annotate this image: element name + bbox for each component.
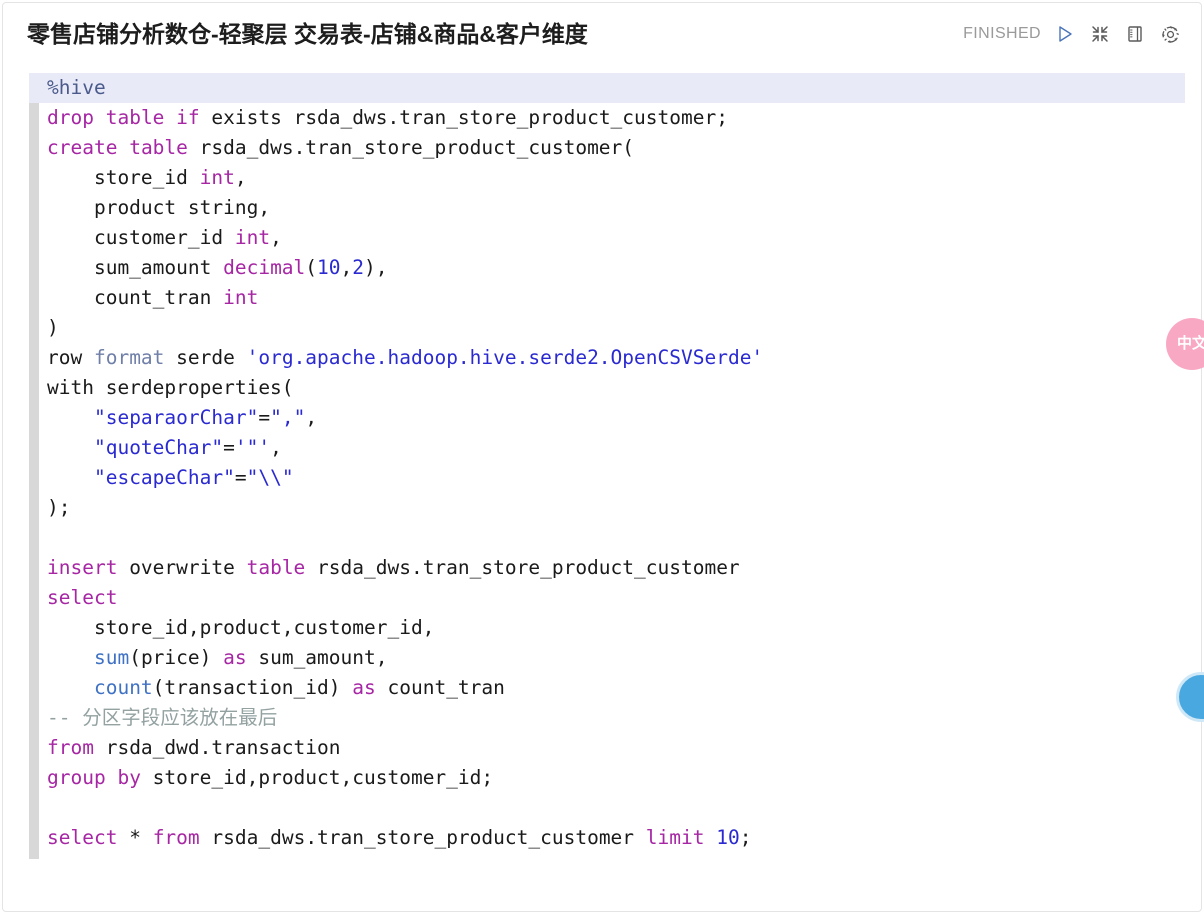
col-store-id: store_id xyxy=(47,166,200,189)
ident-from-table: rsda_dwd.transaction xyxy=(93,736,341,759)
code-line: count(transaction_id) as count_tran xyxy=(93,676,505,699)
code-line: sum(price) as sum_amount, xyxy=(93,646,388,669)
sql-comment: -- 分区字段应该放在最后 xyxy=(47,706,278,729)
type-decimal: decimal xyxy=(223,256,306,279)
code-line: group by store_id,product,customer_id; xyxy=(41,763,1183,793)
kw-insert: insert xyxy=(47,556,118,579)
prop-separator-key: "separaorChar" xyxy=(93,406,259,429)
type-int2: int xyxy=(234,226,271,249)
code-line: customer_id int, xyxy=(47,226,282,249)
code-line: ) xyxy=(41,313,1183,343)
prop-separator-value: "," xyxy=(270,406,306,429)
status-badge: FINISHED xyxy=(963,25,1041,42)
group-by-columns: store_id,product,customer_id; xyxy=(140,766,494,789)
num-scale: 2 xyxy=(352,256,365,279)
kw-from2: from xyxy=(152,826,200,849)
kw-overwrite: overwrite xyxy=(117,556,247,579)
limit-value: 10 xyxy=(716,826,740,849)
kw-table: table xyxy=(105,106,165,129)
serde-class-literal: 'org.apache.hadoop.hive.serde2.OpenCSVSe… xyxy=(246,346,764,369)
collapse-icon[interactable] xyxy=(1089,23,1111,45)
paragraph-card: 零售店铺分析数仓-轻聚层 交易表-店铺&商品&客户维度 FINISHED %hi… xyxy=(2,2,1202,912)
paragraph-header: 零售店铺分析数仓-轻聚层 交易表-店铺&商品&客户维度 FINISHED xyxy=(3,3,1201,65)
kw-select2: select xyxy=(47,826,118,849)
ident-final-table: rsda_dws.tran_store_product_customer xyxy=(199,826,646,849)
prop-quote-key: "quoteChar" xyxy=(93,436,224,459)
fn-count: count xyxy=(93,676,153,699)
kw-table3: table xyxy=(246,556,306,579)
ident-insert-target: rsda_dws.tran_store_product_customer xyxy=(305,556,740,579)
code-line: store_id,product,customer_id, xyxy=(41,613,1183,643)
feedback-fab-label: 中文 xyxy=(1176,335,1204,353)
num-precision: 10 xyxy=(317,256,341,279)
page-title: 零售店铺分析数仓-轻聚层 交易表-店铺&商品&客户维度 xyxy=(27,20,588,47)
alias-sum-amount: sum_amount, xyxy=(246,646,388,669)
kw-as: as xyxy=(223,646,247,669)
gear-icon[interactable] xyxy=(1159,23,1181,45)
kw-format: format xyxy=(93,346,165,369)
code-line: with serdeproperties( xyxy=(41,373,1183,403)
fn-sum: sum xyxy=(93,646,130,669)
sql-code[interactable]: %hive drop table if exists rsda_dws.tran_… xyxy=(29,73,1185,853)
kw-with-serdeproperties: with serdeproperties( xyxy=(47,376,294,399)
code-line: row format serde 'org.apache.hadoop.hive… xyxy=(41,343,1183,373)
code-line: select * from rsda_dws.tran_store_produc… xyxy=(47,826,752,849)
code-line: drop table if exists rsda_dws.tran_store… xyxy=(41,103,1183,133)
kw-limit: limit xyxy=(645,826,705,849)
select-star: * xyxy=(117,826,153,849)
select-columns: store_id,product,customer_id, xyxy=(47,616,435,639)
kw-by: by xyxy=(117,766,141,789)
type-int3: int xyxy=(223,286,259,309)
code-line: count_tran int xyxy=(41,283,1183,313)
code-line: ); xyxy=(41,493,1183,523)
alias-count-tran: count_tran xyxy=(375,676,505,699)
interpreter-directive: %hive xyxy=(47,76,106,99)
col-count-tran: count_tran xyxy=(47,286,224,309)
code-editor[interactable]: %hive drop table if exists rsda_dws.tran_… xyxy=(29,73,1185,871)
col-sum-amount: sum_amount xyxy=(47,256,224,279)
code-line: from rsda_dwd.transaction xyxy=(41,733,1183,763)
prop-quote-value: '"' xyxy=(234,436,271,459)
code-line: store_id int, xyxy=(47,166,247,189)
col-customer-id: customer_id xyxy=(47,226,235,249)
kw-from: from xyxy=(47,736,94,759)
code-line: product string, xyxy=(41,193,1183,223)
kw-as2: as xyxy=(352,676,376,699)
kw-row: row xyxy=(47,346,94,369)
kw-drop: drop xyxy=(47,106,94,129)
code-surface[interactable]: %hive drop table if exists rsda_dws.tran_… xyxy=(29,73,1185,871)
kw-select: select xyxy=(47,586,118,609)
kw-serde: serde xyxy=(164,346,247,369)
code-line: create table rsda_dws.tran_store_product… xyxy=(41,133,1183,163)
col-product: product string, xyxy=(47,196,271,219)
kw-if: if xyxy=(176,106,200,129)
code-line-magic: %hive xyxy=(29,73,1185,103)
stmt-terminator: ); xyxy=(47,496,71,519)
prop-escape-key: "escapeChar" xyxy=(93,466,235,489)
code-line: sum_amount decimal(10,2), xyxy=(47,256,388,279)
ident-create-target: rsda_dws.tran_store_product_customer( xyxy=(187,136,635,159)
kw-group: group xyxy=(47,766,106,789)
header-actions: FINISHED xyxy=(963,23,1181,45)
code-line: "quoteChar"='"', xyxy=(93,436,282,459)
notebook-icon[interactable] xyxy=(1124,23,1146,45)
code-line: "separaorChar"=",", xyxy=(93,406,318,429)
prop-escape-value: "\\" xyxy=(246,466,294,489)
code-line: -- 分区字段应该放在最后 xyxy=(41,703,1183,733)
code-line: insert overwrite table rsda_dws.tran_sto… xyxy=(41,553,1183,583)
ident-drop-target: exists rsda_dws.tran_store_product_custo… xyxy=(199,106,728,129)
play-icon[interactable] xyxy=(1054,23,1076,45)
type-int: int xyxy=(199,166,235,189)
code-line: select xyxy=(41,583,1183,613)
close-paren: ) xyxy=(47,316,59,339)
code-line: "escapeChar"="\\" xyxy=(93,466,294,489)
kw-create: create xyxy=(47,136,118,159)
paragraph-screen: 零售店铺分析数仓-轻聚层 交易表-店铺&商品&客户维度 FINISHED %hi… xyxy=(0,0,1204,914)
kw-table2: table xyxy=(129,136,188,159)
editor-gutter xyxy=(29,75,39,859)
